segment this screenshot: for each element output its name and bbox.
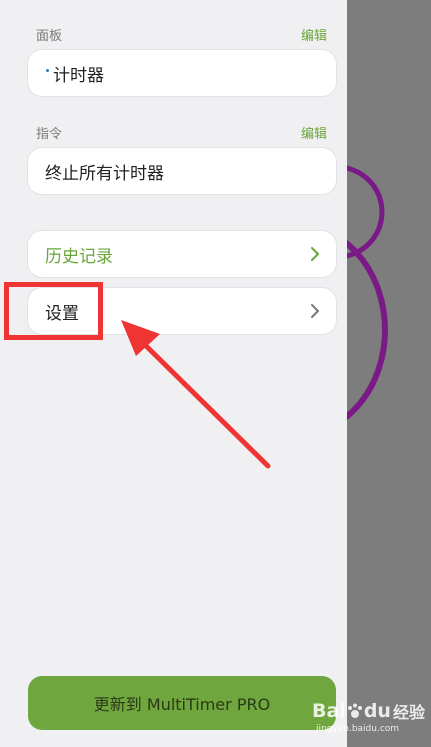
watermark-brand: Bai xyxy=(312,700,346,722)
baidu-paw-icon xyxy=(347,703,362,718)
watermark-brand-2: du xyxy=(363,700,391,722)
watermark-url: jingyan.baidu.com xyxy=(316,724,400,734)
watermark-suffix: 经验 xyxy=(392,703,425,722)
baidu-watermark: Bai du 经验 jingyan.baidu.com xyxy=(312,699,430,735)
annotation-arrow xyxy=(121,320,271,469)
